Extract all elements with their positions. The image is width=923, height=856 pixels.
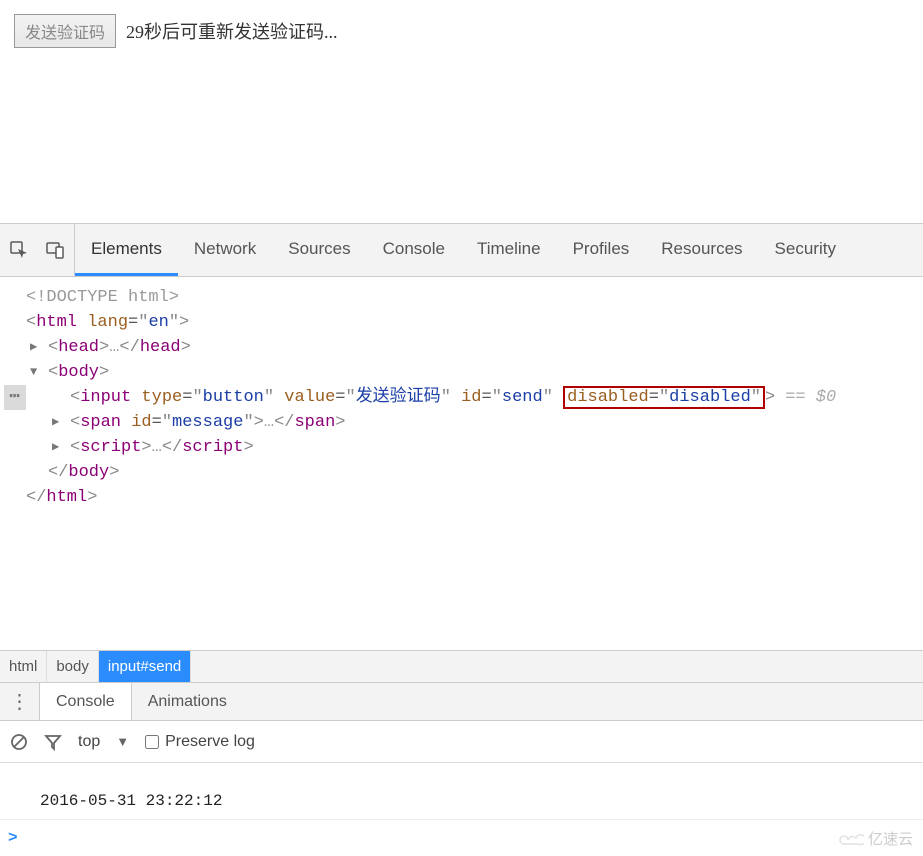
execution-context-label[interactable]: top	[78, 733, 100, 751]
drawer-tab-animations[interactable]: Animations	[132, 683, 243, 720]
expand-toggle-icon[interactable]: ▶	[30, 335, 37, 360]
body-open-tag[interactable]: ▼<body>	[4, 360, 919, 385]
page-preview-area: 发送验证码 29秒后可重新发送验证码...	[0, 0, 923, 224]
span-element-line[interactable]: ▶<span id="message">…</span>	[4, 410, 919, 435]
tab-console[interactable]: Console	[367, 224, 461, 276]
breadcrumb-input-send[interactable]: input#send	[99, 651, 191, 682]
preserve-log-checkbox[interactable]: Preserve log	[145, 733, 255, 751]
context-dropdown-icon[interactable]: ▼	[116, 734, 129, 749]
console-log-entry[interactable]: 2016-05-31 23:22:12	[0, 781, 923, 820]
tab-timeline[interactable]: Timeline	[461, 224, 557, 276]
expand-toggle-icon[interactable]: ▶	[52, 410, 59, 435]
devtools-tabs: Elements Network Sources Console Timelin…	[75, 224, 852, 276]
script-element-line[interactable]: ▶<script>…</script>	[4, 435, 919, 460]
inspect-element-icon[interactable]	[8, 239, 30, 261]
preserve-log-label: Preserve log	[165, 733, 255, 751]
html-open-tag[interactable]: <html lang="en">	[4, 310, 919, 335]
elements-panel[interactable]: <!DOCTYPE html> <html lang="en"> ▶<head>…	[0, 277, 923, 650]
tab-profiles[interactable]: Profiles	[557, 224, 646, 276]
head-collapsed[interactable]: ▶<head>…</head>	[4, 335, 919, 360]
filter-icon[interactable]	[44, 733, 62, 751]
drawer-tab-console[interactable]: Console	[40, 683, 132, 720]
drawer-menu-icon[interactable]: ⋮	[0, 683, 40, 720]
selected-gutter-icon: ⋯	[4, 385, 26, 410]
breadcrumb-html[interactable]: html	[0, 651, 47, 682]
preserve-log-input[interactable]	[145, 735, 159, 749]
selection-indicator: == $0	[785, 388, 836, 407]
console-prompt[interactable]: >	[0, 820, 923, 856]
body-close-tag[interactable]: </body>	[4, 460, 919, 485]
tab-elements[interactable]: Elements	[75, 224, 178, 276]
inspector-tools	[0, 224, 75, 276]
console-drawer: ⋮ Console Animations top ▼ Preserve log …	[0, 682, 923, 856]
expand-toggle-icon[interactable]: ▶	[52, 435, 59, 460]
console-body[interactable]: 2016-05-31 23:22:12 > 亿速云	[0, 763, 923, 856]
drawer-tabs: ⋮ Console Animations	[0, 683, 923, 721]
watermark: 亿速云	[838, 826, 913, 854]
tab-network[interactable]: Network	[178, 224, 272, 276]
breadcrumb: html body input#send	[0, 650, 923, 682]
console-toolbar: top ▼ Preserve log	[0, 721, 923, 763]
collapse-toggle-icon[interactable]: ▼	[30, 360, 37, 385]
input-element-line[interactable]: ⋯ <input type="button" value="发送验证码" id=…	[4, 385, 919, 410]
doctype-line[interactable]: <!DOCTYPE html>	[4, 285, 919, 310]
device-toggle-icon[interactable]	[44, 239, 66, 261]
send-verification-button[interactable]: 发送验证码	[14, 14, 116, 48]
page-content: 发送验证码 29秒后可重新发送验证码...	[14, 14, 909, 48]
tab-resources[interactable]: Resources	[645, 224, 758, 276]
tab-sources[interactable]: Sources	[272, 224, 366, 276]
breadcrumb-body[interactable]: body	[47, 651, 99, 682]
html-close-tag[interactable]: </html>	[4, 485, 919, 510]
watermark-text: 亿速云	[868, 826, 913, 854]
countdown-message: 29秒后可重新发送验证码...	[126, 18, 338, 44]
tab-security[interactable]: Security	[759, 224, 852, 276]
highlighted-disabled-attribute: disabled="disabled"	[563, 386, 765, 409]
devtools-toolbar: Elements Network Sources Console Timelin…	[0, 224, 923, 277]
clear-console-icon[interactable]	[10, 733, 28, 751]
